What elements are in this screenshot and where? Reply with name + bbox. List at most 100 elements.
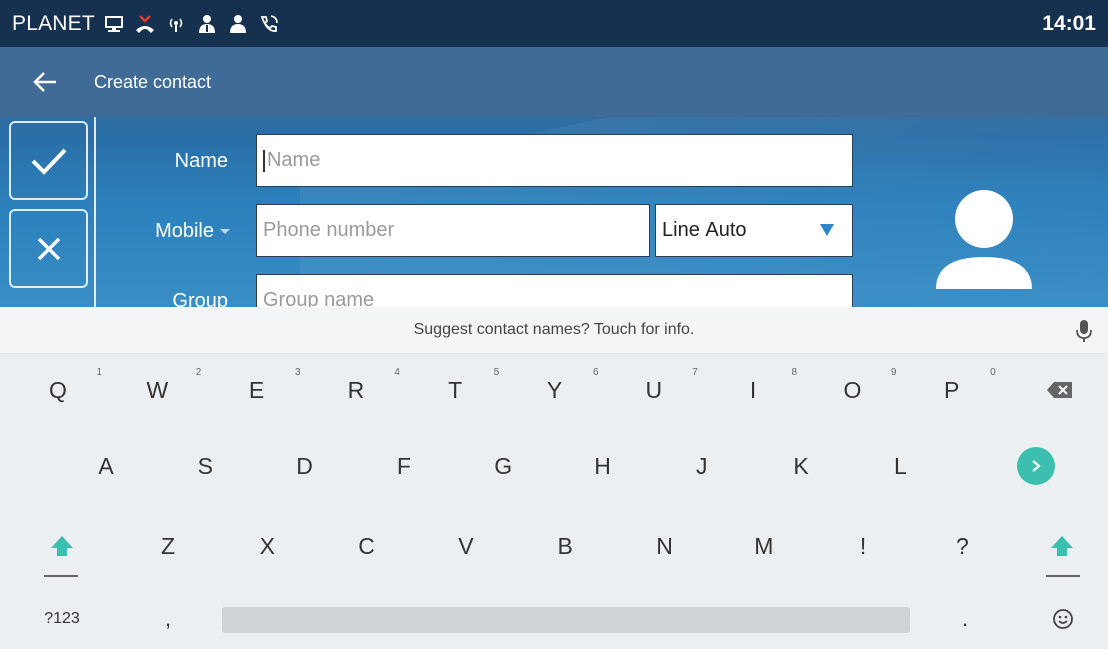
key-a[interactable]: A (56, 431, 156, 501)
phone-field[interactable] (256, 204, 650, 257)
line-select[interactable]: Line Auto (655, 204, 853, 257)
key-j[interactable]: J (652, 431, 752, 501)
arrow-left-icon[interactable] (30, 67, 60, 97)
enter-key[interactable] (986, 431, 1086, 501)
soft-keyboard: Suggest contact names? Touch for info. Q… (0, 307, 1108, 649)
emoji-icon (1053, 609, 1073, 629)
close-icon (37, 237, 60, 260)
key-label: L (893, 452, 907, 479)
key-q[interactable]: Q1 (8, 355, 108, 425)
title-bar: Create contact (0, 47, 1108, 117)
person-icon[interactable] (934, 189, 1038, 307)
key-k[interactable]: K (751, 431, 851, 501)
key-m[interactable]: M (714, 511, 814, 581)
save-button[interactable] (9, 121, 88, 200)
key-z[interactable]: Z (118, 511, 218, 581)
key-s[interactable]: S (155, 431, 255, 501)
key-u[interactable]: U7 (604, 355, 704, 425)
key-label: Y (546, 376, 563, 403)
key-label: M (754, 532, 774, 559)
line-value: Auto (705, 219, 747, 241)
key-question[interactable]: ? (912, 511, 1012, 581)
key-label: V (458, 532, 474, 559)
action-column (0, 117, 96, 307)
phone-input[interactable] (263, 219, 649, 242)
key-t[interactable]: T5 (405, 355, 505, 425)
key-i[interactable]: I8 (703, 355, 803, 425)
shift-key-right[interactable] (1012, 511, 1108, 581)
network-icon (103, 13, 125, 35)
key-label: J (696, 452, 708, 479)
key-e[interactable]: E3 (207, 355, 307, 425)
status-bar: PLANET 14:01 (0, 0, 1108, 47)
key-f[interactable]: F (354, 431, 454, 501)
shift-icon (51, 536, 73, 556)
status-icons (103, 13, 280, 35)
microphone-icon[interactable] (1076, 319, 1092, 343)
suggestion-text: Suggest contact names? Touch for info. (413, 321, 695, 338)
key-l[interactable]: L (850, 431, 950, 501)
check-icon (31, 148, 66, 175)
suggestion-strip[interactable]: Suggest contact names? Touch for info. (0, 307, 1108, 354)
key-label: K (793, 452, 809, 479)
wireless-icon (165, 13, 187, 35)
key-v[interactable]: V (416, 511, 516, 581)
key-x[interactable]: X (217, 511, 317, 581)
key-o[interactable]: O9 (802, 355, 902, 425)
key-exclamation[interactable]: ! (813, 511, 913, 581)
key-label: G (494, 452, 513, 479)
missed-call-icon (134, 13, 156, 35)
key-label: T (448, 376, 463, 403)
group-field[interactable] (256, 274, 853, 307)
key-label: ? (955, 532, 969, 559)
key-label: ! (859, 532, 867, 559)
key-hint: 1 (96, 367, 102, 378)
shift-icon (1051, 536, 1073, 556)
line-label: Line (662, 219, 700, 241)
user-icon (227, 13, 249, 35)
key-label: E (248, 376, 265, 403)
shift-key-left[interactable] (12, 511, 112, 581)
key-h[interactable]: H (553, 431, 653, 501)
key-r[interactable]: R4 (306, 355, 406, 425)
key-label: C (358, 532, 375, 559)
period-key[interactable]: . (915, 589, 1015, 649)
key-w[interactable]: W2 (107, 355, 207, 425)
key-hint: 8 (791, 367, 798, 378)
key-hint: 2 (195, 367, 202, 378)
name-input[interactable] (266, 149, 852, 172)
key-label: S (197, 452, 213, 479)
key-d[interactable]: D (255, 431, 355, 501)
space-key[interactable] (222, 607, 910, 633)
key-label: D (296, 452, 313, 479)
key-label: Z (160, 532, 176, 559)
key-g[interactable]: G (453, 431, 553, 501)
shift-underline (44, 575, 78, 577)
cancel-button[interactable] (9, 209, 88, 288)
name-field[interactable] (256, 134, 853, 187)
page-title: Create contact (94, 71, 212, 92)
key-c[interactable]: C (317, 511, 417, 581)
key-label: O (843, 376, 862, 403)
go-icon (1017, 447, 1055, 485)
dropdown-arrow-icon (820, 224, 834, 236)
key-label: P (944, 376, 960, 403)
key-label: N (656, 532, 673, 559)
name-label: Name (174, 150, 228, 172)
key-p[interactable]: P0 (902, 355, 1002, 425)
symbols-key[interactable]: ?123 (12, 589, 112, 649)
key-hint: 3 (295, 367, 301, 378)
comma-key[interactable]: , (118, 589, 218, 649)
key-n[interactable]: N (615, 511, 715, 581)
backspace-icon (1047, 382, 1072, 398)
group-input[interactable] (263, 289, 852, 307)
key-y[interactable]: Y6 (505, 355, 605, 425)
key-label: U (645, 376, 663, 403)
emoji-key[interactable] (1013, 589, 1108, 649)
backspace-key[interactable] (1010, 355, 1108, 425)
key-label: R (347, 376, 365, 403)
clock: 14:01 (1042, 12, 1096, 35)
key-b[interactable]: B (515, 511, 615, 581)
key-label: Q (49, 376, 67, 403)
mobile-type-dropdown[interactable]: Mobile (100, 220, 230, 243)
